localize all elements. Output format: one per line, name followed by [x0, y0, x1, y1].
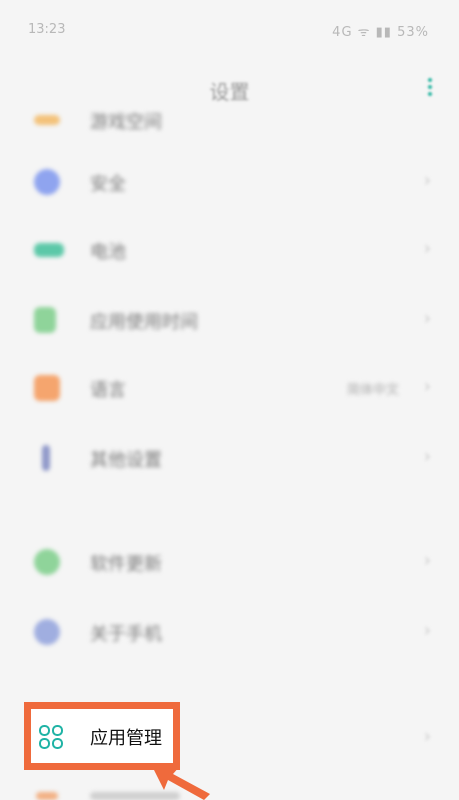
chevron-right-icon: ›	[423, 170, 431, 191]
chevron-right-icon: ›	[423, 620, 431, 641]
list-item-label: 电池	[90, 242, 126, 263]
chevron-right-icon: ›	[423, 376, 431, 397]
battery-icon	[34, 243, 64, 257]
update-icon	[34, 549, 60, 575]
list-item-software-update[interactable]: 软件更新 ›	[0, 528, 459, 596]
list-item-label: 关于手机	[90, 624, 162, 645]
list-item-game-space[interactable]: 游戏空间	[0, 88, 459, 156]
chevron-right-icon: ›	[423, 238, 431, 259]
list-item-label: 语言	[90, 380, 126, 401]
settings-icon	[42, 445, 50, 471]
shield-icon	[34, 169, 60, 195]
chevron-right-icon: ›	[423, 726, 431, 747]
list-item-label: 应用管理	[90, 728, 162, 749]
list-item-other-settings[interactable]: 其他设置 ›	[0, 424, 459, 492]
list-item-app-usage-time[interactable]: 应用使用时间 ›	[0, 286, 459, 354]
list-item-label: 游戏空间	[90, 112, 162, 133]
game-icon	[34, 115, 60, 125]
phone-info-icon	[34, 619, 60, 645]
list-item-security[interactable]: 安全 ›	[0, 148, 459, 216]
list-item-label: 安全	[90, 174, 126, 195]
list-item-label: 应用使用时间	[90, 312, 198, 333]
chevron-right-icon: ›	[423, 550, 431, 571]
list-item-label: 软件更新	[90, 554, 162, 575]
list-item-partial	[36, 788, 436, 800]
settings-list: 游戏空间 安全 › 电池 › 应用使用时间 › 语言 简体中文 › 其他设置 ›…	[0, 0, 459, 800]
list-item-about-phone[interactable]: 关于手机 ›	[0, 598, 459, 666]
chevron-right-icon: ›	[423, 446, 431, 467]
list-item-label: 其他设置	[90, 450, 162, 471]
partial-icon	[36, 792, 58, 800]
list-item-value: 简体中文	[346, 383, 399, 398]
hourglass-icon	[34, 307, 56, 333]
arrow-icon	[154, 766, 210, 800]
list-item-battery[interactable]: 电池 ›	[0, 216, 459, 284]
language-icon	[34, 375, 60, 401]
grid-icon	[39, 725, 63, 749]
list-item-language[interactable]: 语言 简体中文 ›	[0, 354, 459, 422]
chevron-right-icon: ›	[423, 308, 431, 329]
